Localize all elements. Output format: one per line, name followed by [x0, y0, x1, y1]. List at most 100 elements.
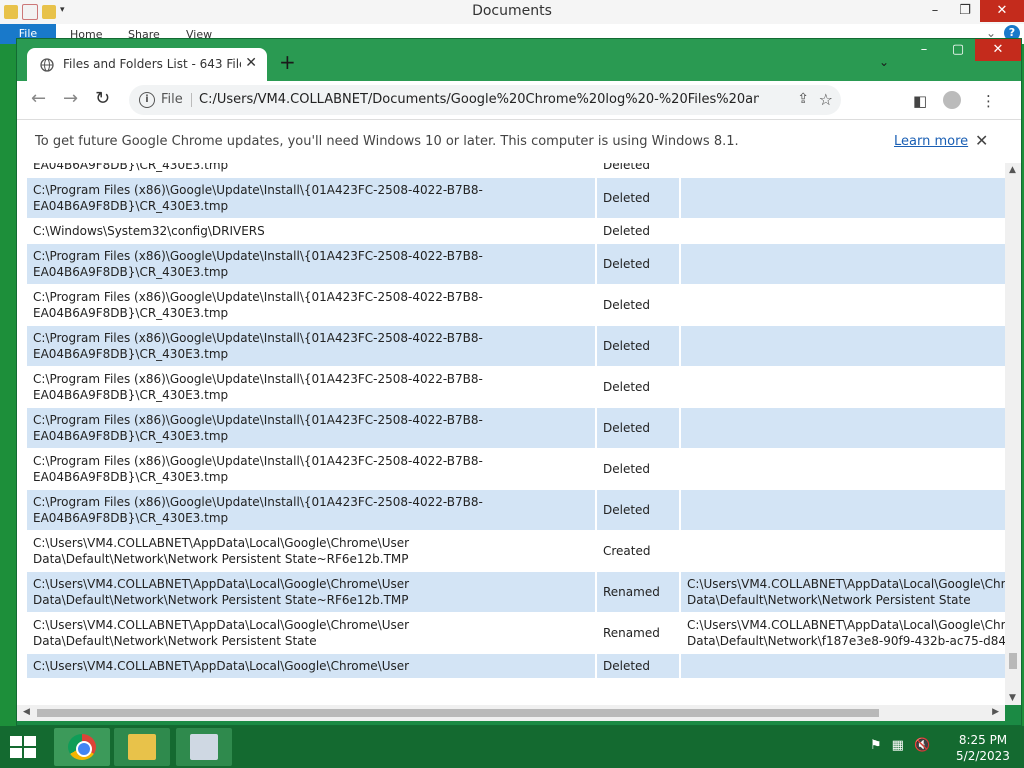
start-button[interactable]	[10, 736, 38, 760]
new-path-cell	[681, 408, 1005, 448]
action-cell: Deleted	[597, 219, 681, 243]
chrome-icon	[68, 734, 96, 760]
tab-title: Files and Folders List - 643 Files and F…	[63, 57, 241, 71]
path-cell: C:\Program Files (x86)\Google\Update\Ins…	[27, 408, 597, 448]
path-cell: C:\Program Files (x86)\Google\Update\Ins…	[27, 178, 597, 218]
side-panel-icon[interactable]: ◧	[913, 92, 927, 110]
vertical-scrollbar[interactable]: ▲ ▼	[1005, 163, 1021, 705]
horizontal-scrollbar[interactable]: ◀ ▶	[17, 705, 1005, 721]
page-content: EA04B6A9F8DB}\CR_430E3.tmp Deleted C:\Prog…	[17, 163, 1005, 705]
browser-tab[interactable]: Files and Folders List - 643 Files and F…	[27, 48, 267, 81]
tab-strip: Files and Folders List - 643 Files and F…	[17, 39, 1021, 81]
path-cell: C:\Users\VM4.COLLABNET\AppData\Local\Goo…	[27, 613, 597, 653]
explorer-titlebar: ▾ Documents – ❐ ✕	[0, 0, 1024, 25]
address-bar[interactable]: i File C:/Users/VM4.COLLABNET/Documents/…	[129, 85, 841, 115]
new-path-cell	[681, 654, 1005, 678]
new-path-cell	[681, 326, 1005, 366]
network-icon[interactable]: ▦	[892, 738, 904, 753]
table-row: C:\Windows\System32\config\DRIVERS Delete…	[27, 219, 1005, 244]
url-scheme-label: File	[161, 92, 183, 107]
action-cell: Renamed	[597, 613, 681, 653]
scroll-left-icon[interactable]: ◀	[23, 707, 30, 717]
table-row: C:\Program Files (x86)\Google\Update\Ins…	[27, 408, 1005, 449]
new-path-cell: C:\Users\VM4.COLLABNET\AppData\Local\Goo…	[687, 577, 1005, 607]
taskbar-explorer-button[interactable]	[114, 728, 170, 766]
back-icon[interactable]: ←	[31, 89, 46, 109]
learn-more-link[interactable]: Learn more	[894, 134, 968, 149]
system-tray: ⚑ ▦ 🔇	[870, 738, 930, 753]
bookmark-star-icon[interactable]: ☆	[819, 90, 833, 109]
scroll-right-icon[interactable]: ▶	[992, 707, 999, 717]
new-path-cell	[681, 531, 1005, 571]
path-cell: C:\Program Files (x86)\Google\Update\Ins…	[27, 326, 597, 366]
action-cell: Deleted	[597, 490, 681, 530]
table-row: C:\Program Files (x86)\Google\Update\Ins…	[27, 449, 1005, 490]
taskbar-clock[interactable]: 8:25 PM 5/2/2023	[950, 732, 1016, 764]
table-row: C:\Program Files (x86)\Google\Update\Ins…	[27, 367, 1005, 408]
tab-search-icon[interactable]: ⌄	[879, 55, 889, 69]
files-table: EA04B6A9F8DB}\CR_430E3.tmp Deleted C:\Prog…	[27, 163, 1005, 679]
taskbar-chrome-button[interactable]	[54, 728, 110, 766]
scroll-up-icon[interactable]: ▲	[1009, 165, 1016, 175]
menu-kebab-icon[interactable]: ⋮	[981, 92, 996, 110]
vertical-scroll-thumb[interactable]	[1009, 653, 1017, 669]
minimize-button[interactable]: –	[907, 39, 941, 61]
url-text[interactable]: C:/Users/VM4.COLLABNET/Documents/Google%…	[199, 92, 759, 107]
path-cell: C:\Program Files (x86)\Google\Update\Ins…	[27, 244, 597, 284]
chrome-window: Files and Folders List - 643 Files and F…	[16, 38, 1022, 726]
path-cell: C:\Windows\System32\config\DRIVERS	[27, 219, 597, 243]
action-cell: Deleted	[597, 367, 681, 407]
chrome-window-controls: – ▢ ✕	[907, 39, 1021, 61]
path-cell: C:\Users\VM4.COLLABNET\AppData\Local\Goo…	[27, 654, 597, 678]
restore-button[interactable]: ❐	[950, 0, 980, 22]
globe-icon	[40, 58, 54, 72]
path-cell: EA04B6A9F8DB}\CR_430E3.tmp	[27, 163, 597, 177]
new-path-cell: C:\Users\VM4.COLLABNET\AppData\Local\Goo…	[687, 618, 1005, 648]
file-explorer-icon	[128, 734, 156, 760]
taskbar-app-button[interactable]	[176, 728, 232, 766]
path-cell: C:\Program Files (x86)\Google\Update\Ins…	[27, 449, 597, 489]
new-tab-button[interactable]: +	[279, 52, 296, 72]
action-cell: Deleted	[597, 163, 681, 177]
action-center-flag-icon[interactable]: ⚑	[870, 738, 882, 753]
action-cell: Deleted	[597, 449, 681, 489]
minimize-button[interactable]: –	[920, 0, 950, 22]
explorer-window-controls: – ❐ ✕	[920, 0, 1024, 22]
recycle-app-icon	[190, 734, 218, 760]
path-cell: C:\Program Files (x86)\Google\Update\Ins…	[27, 490, 597, 530]
table-row: EA04B6A9F8DB}\CR_430E3.tmp Deleted	[27, 163, 1005, 178]
volume-muted-icon[interactable]: 🔇	[914, 738, 930, 753]
horizontal-scroll-thumb[interactable]	[37, 709, 879, 717]
omnibox-divider	[191, 93, 192, 107]
clock-date: 5/2/2023	[956, 749, 1010, 763]
clock-time: 8:25 PM	[958, 733, 1008, 747]
new-path-cell	[681, 367, 1005, 407]
share-icon[interactable]: ⇪	[797, 91, 809, 107]
maximize-button[interactable]: ▢	[941, 39, 975, 61]
new-path-cell	[681, 490, 1005, 530]
table-row: C:\Users\VM4.COLLABNET\AppData\Local\Goo…	[27, 654, 1005, 679]
info-icon[interactable]: i	[139, 92, 155, 108]
infobar-close-icon[interactable]: ✕	[975, 131, 988, 150]
table-row: C:\Program Files (x86)\Google\Update\Ins…	[27, 285, 1005, 326]
scroll-down-icon[interactable]: ▼	[1009, 693, 1016, 703]
table-row: C:\Program Files (x86)\Google\Update\Ins…	[27, 490, 1005, 531]
action-cell: Deleted	[597, 285, 681, 325]
action-cell: Deleted	[597, 654, 681, 678]
infobar-message: To get future Google Chrome updates, you…	[35, 134, 739, 149]
new-path-cell	[681, 219, 1005, 243]
forward-icon[interactable]: →	[63, 89, 78, 109]
taskbar: ⚑ ▦ 🔇 8:25 PM 5/2/2023	[0, 726, 1024, 768]
table-row: C:\Users\VM4.COLLABNET\AppData\Local\Goo…	[27, 531, 1005, 572]
table-row: C:\Users\VM4.COLLABNET\AppData\Local\Goo…	[27, 613, 1005, 654]
close-button[interactable]: ✕	[975, 39, 1021, 61]
action-cell: Deleted	[597, 244, 681, 284]
reload-icon[interactable]: ↻	[95, 89, 110, 109]
update-infobar: To get future Google Chrome updates, you…	[17, 119, 1021, 165]
new-path-cell	[681, 285, 1005, 325]
action-cell: Deleted	[597, 408, 681, 448]
tab-close-icon[interactable]: ✕	[245, 55, 257, 71]
close-button[interactable]: ✕	[980, 0, 1024, 22]
profile-avatar[interactable]	[943, 91, 961, 109]
new-path-cell	[681, 178, 1005, 218]
